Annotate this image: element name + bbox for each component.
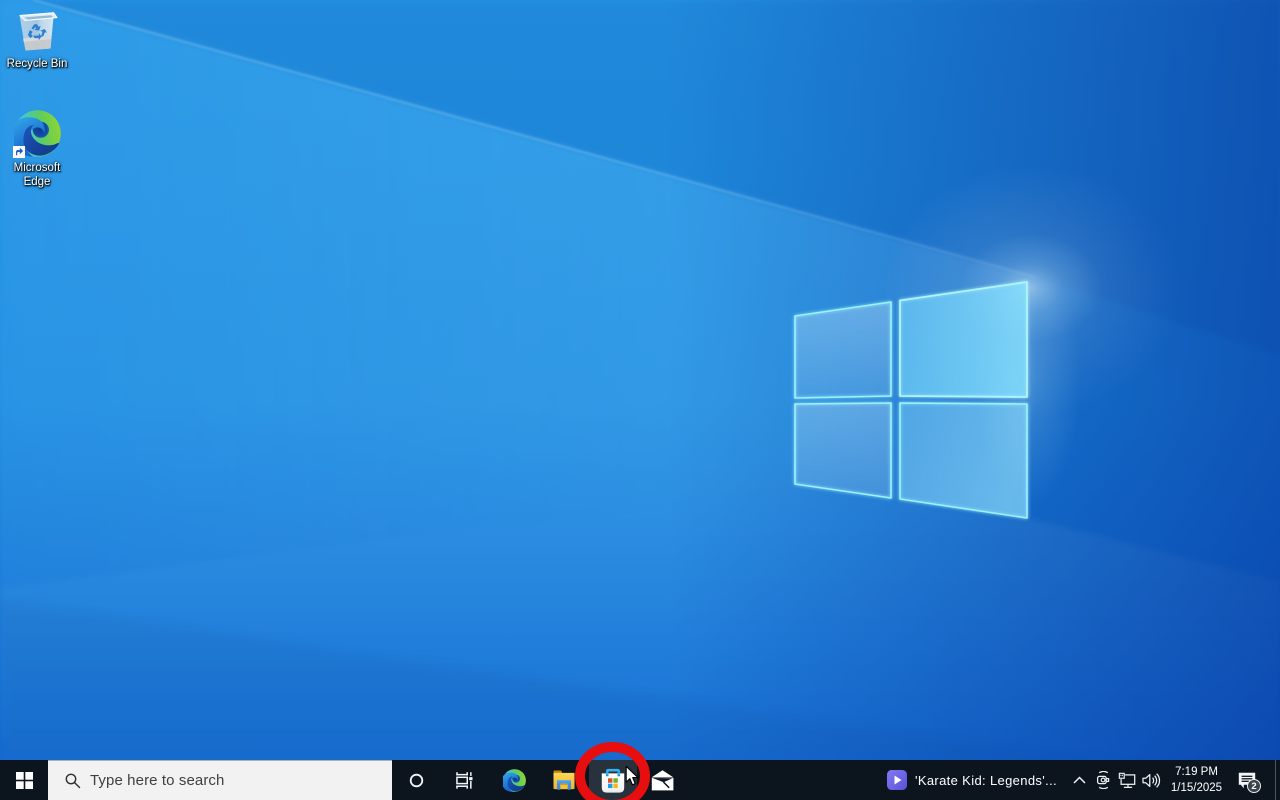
- notification-badge: 2: [1247, 779, 1261, 793]
- desktop-icon-microsoft-edge[interactable]: Microsoft Edge: [0, 110, 74, 189]
- file-explorer-button[interactable]: [539, 760, 588, 800]
- desktop-icon-recycle-bin[interactable]: Recycle Bin: [0, 8, 74, 72]
- ethernet-network-icon: [1118, 772, 1136, 788]
- volume-icon: [1141, 772, 1160, 788]
- search-icon: [65, 773, 81, 788]
- file-explorer-icon: [553, 770, 574, 790]
- clock-time: 7:19 PM: [1175, 765, 1218, 778]
- windows-start-icon: [15, 771, 33, 789]
- windows-desktop: Recycle Bin Microsoft Edge Type here to …: [0, 0, 1280, 800]
- taskbar: Type here to search 'Karate Kid: Legends…: [0, 760, 1280, 800]
- desktop-icon-label: Recycle Bin: [6, 58, 68, 70]
- recycle-bin-icon: [19, 12, 58, 51]
- media-player-button[interactable]: [886, 760, 907, 800]
- microsoft-store-icon: [601, 768, 625, 793]
- desktop-wallpaper: [0, 0, 1280, 800]
- system-tray: 'Karate Kid: Legends'... 7:19 PM 1/15/20…: [886, 760, 1280, 800]
- chevron-up-icon: [1072, 776, 1086, 784]
- shortcut-arrow-icon: [13, 146, 25, 158]
- search-placeholder: Type here to search: [90, 772, 225, 789]
- action-center-button[interactable]: 2: [1230, 760, 1275, 800]
- task-view-button[interactable]: [440, 760, 488, 800]
- task-view-icon: [455, 771, 472, 789]
- edge-icon: [503, 768, 526, 792]
- media-player-icon: [886, 770, 907, 790]
- volume-button[interactable]: [1139, 760, 1163, 800]
- taskbar-search-box[interactable]: Type here to search: [48, 760, 392, 800]
- meet-now-icon: [1096, 771, 1109, 789]
- meet-now-button[interactable]: [1091, 760, 1115, 800]
- show-desktop-button[interactable]: [1275, 760, 1280, 800]
- cortana-icon: [409, 773, 423, 787]
- desktop-icon-label: Microsoft Edge: [13, 162, 61, 188]
- clock-date: 1/15/2025: [1170, 781, 1223, 794]
- mail-icon: [651, 769, 674, 790]
- now-playing-title[interactable]: 'Karate Kid: Legends'...: [915, 773, 1057, 788]
- taskbar-edge-button[interactable]: [490, 760, 539, 800]
- start-button[interactable]: [0, 760, 48, 800]
- network-button[interactable]: [1115, 760, 1139, 800]
- mail-button[interactable]: [638, 760, 687, 800]
- microsoft-store-button[interactable]: [589, 760, 637, 800]
- cortana-button[interactable]: [392, 760, 440, 800]
- taskbar-clock[interactable]: 7:19 PM 1/15/2025: [1163, 764, 1230, 797]
- tray-overflow-button[interactable]: [1067, 760, 1091, 800]
